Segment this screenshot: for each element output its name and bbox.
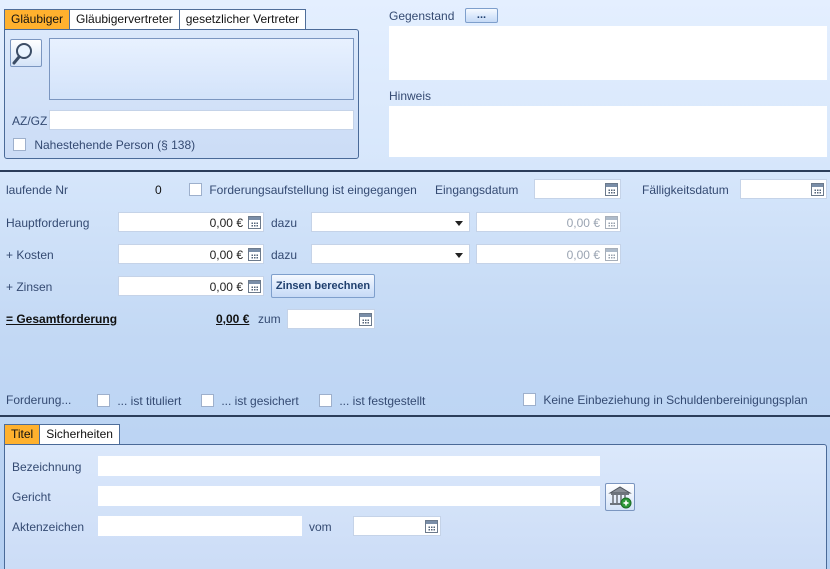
running-number-label: laufende Nr: [6, 183, 69, 197]
claim-received-checkbox[interactable]: [189, 183, 202, 197]
calculator-icon[interactable]: [248, 248, 261, 261]
claim-received-label: Forderungsaufstellung ist eingegangen: [209, 182, 417, 197]
tab-titel[interactable]: Titel: [4, 424, 41, 445]
search-creditor-button[interactable]: [10, 39, 42, 67]
file-number-label: Aktenzeichen: [12, 520, 85, 534]
title-date-input[interactable]: [353, 516, 441, 536]
add-court-button[interactable]: [605, 483, 635, 511]
tab-gesetzlicher-vertreter[interactable]: gesetzlicher Vertreter: [178, 9, 307, 30]
calendar-icon[interactable]: [425, 520, 438, 533]
main-extra-value: 0,00 €: [566, 216, 600, 230]
bottom-separator: [0, 415, 830, 417]
titled-checkbox[interactable]: [97, 394, 110, 408]
main-claim-value: 0,00 €: [209, 216, 243, 230]
calendar-icon[interactable]: [811, 183, 824, 196]
main-claim-label: Hauptforderung: [6, 216, 90, 230]
running-number-value: 0: [155, 183, 162, 197]
creditor-display-box: [49, 38, 354, 100]
az-gz-input[interactable]: [49, 110, 354, 130]
calendar-icon[interactable]: [605, 183, 618, 196]
costs-dazu-label: dazu: [271, 248, 298, 262]
hint-label: Hinweis: [389, 89, 432, 103]
title-panel: Bezeichnung Gericht Aktenzeichen vom: [4, 444, 827, 569]
tab-sicherheiten[interactable]: Sicherheiten: [39, 424, 120, 445]
titled-label: ... ist tituliert: [117, 393, 182, 408]
subject-label: Gegenstand: [389, 9, 455, 23]
calculator-icon[interactable]: [605, 248, 618, 261]
secured-row: ... ist gesichert: [201, 393, 299, 408]
interest-input[interactable]: 0,00 €: [118, 276, 264, 296]
costs-value: 0,00 €: [209, 248, 243, 262]
established-checkbox[interactable]: [319, 394, 332, 408]
court-input[interactable]: [98, 486, 600, 506]
interest-label: + Zinsen: [6, 280, 53, 294]
top-separator: [0, 170, 830, 172]
calculator-icon[interactable]: [605, 216, 618, 229]
calendar-icon[interactable]: [359, 313, 372, 326]
subject-textarea[interactable]: [389, 26, 827, 80]
main-dazu-label: dazu: [271, 216, 298, 230]
costs-label: + Kosten: [6, 248, 54, 262]
hint-textarea[interactable]: [389, 106, 827, 157]
total-claim-value: 0,00 €: [216, 312, 250, 326]
chevron-down-icon: [455, 221, 463, 226]
established-row: ... ist festgestellt: [319, 393, 425, 408]
subject-more-button[interactable]: ...: [465, 8, 498, 23]
claim-flags-label: Forderung...: [6, 393, 72, 407]
designation-label: Bezeichnung: [12, 460, 82, 474]
secured-checkbox[interactable]: [201, 394, 214, 408]
creditor-panel: AZ/GZ Nahestehende Person (§ 138): [4, 29, 359, 159]
magnifier-icon: [12, 43, 32, 65]
exclude-label: Keine Einbeziehung in Schuldenbereinigun…: [543, 392, 808, 407]
tab-glaeubigervertreter[interactable]: Gläubigervertreter: [69, 9, 180, 30]
titled-row: ... ist tituliert: [97, 393, 181, 408]
tab-glaeubiger[interactable]: Gläubiger: [4, 9, 71, 30]
total-date-input[interactable]: [287, 309, 375, 329]
exclude-checkbox[interactable]: [523, 393, 536, 407]
court-label: Gericht: [12, 490, 51, 504]
interest-value: 0,00 €: [209, 280, 243, 294]
title-tabs: Titel Sicherheiten: [4, 424, 120, 445]
total-claim-label: = Gesamtforderung: [6, 312, 118, 326]
claim-received-row: Forderungsaufstellung ist eingegangen: [189, 182, 417, 197]
calculator-icon[interactable]: [248, 280, 261, 293]
received-date-label: Eingangsdatum: [435, 183, 519, 197]
total-date-label: zum: [258, 312, 281, 326]
due-date-label: Fälligkeitsdatum: [642, 183, 729, 197]
costs-extra-value: 0,00 €: [566, 248, 600, 262]
related-person-row: Nahestehende Person (§ 138): [13, 137, 195, 152]
az-gz-label: AZ/GZ: [12, 114, 48, 128]
main-claim-input[interactable]: 0,00 €: [118, 212, 264, 232]
due-date-input[interactable]: [740, 179, 827, 199]
main-extra-input[interactable]: 0,00 €: [476, 212, 621, 232]
calculate-interest-button[interactable]: Zinsen berechnen: [271, 274, 375, 298]
established-label: ... ist festgestellt: [339, 393, 426, 408]
title-date-label: vom: [309, 520, 332, 534]
court-add-icon: [608, 486, 632, 509]
costs-input[interactable]: 0,00 €: [118, 244, 264, 264]
calculator-icon[interactable]: [248, 216, 261, 229]
related-person-label: Nahestehende Person (§ 138): [34, 137, 196, 152]
secured-label: ... ist gesichert: [221, 393, 299, 408]
costs-dazu-select[interactable]: [311, 244, 470, 264]
creditor-tabs: Gläubiger Gläubigervertreter gesetzliche…: [4, 9, 307, 30]
main-dazu-select[interactable]: [311, 212, 470, 232]
related-person-checkbox[interactable]: [13, 138, 26, 152]
received-date-input[interactable]: [534, 179, 621, 199]
exclude-row: Keine Einbeziehung in Schuldenbereinigun…: [523, 392, 808, 407]
costs-extra-input[interactable]: 0,00 €: [476, 244, 621, 264]
designation-input[interactable]: [98, 456, 600, 476]
chevron-down-icon: [455, 253, 463, 258]
file-number-input[interactable]: [98, 516, 302, 536]
